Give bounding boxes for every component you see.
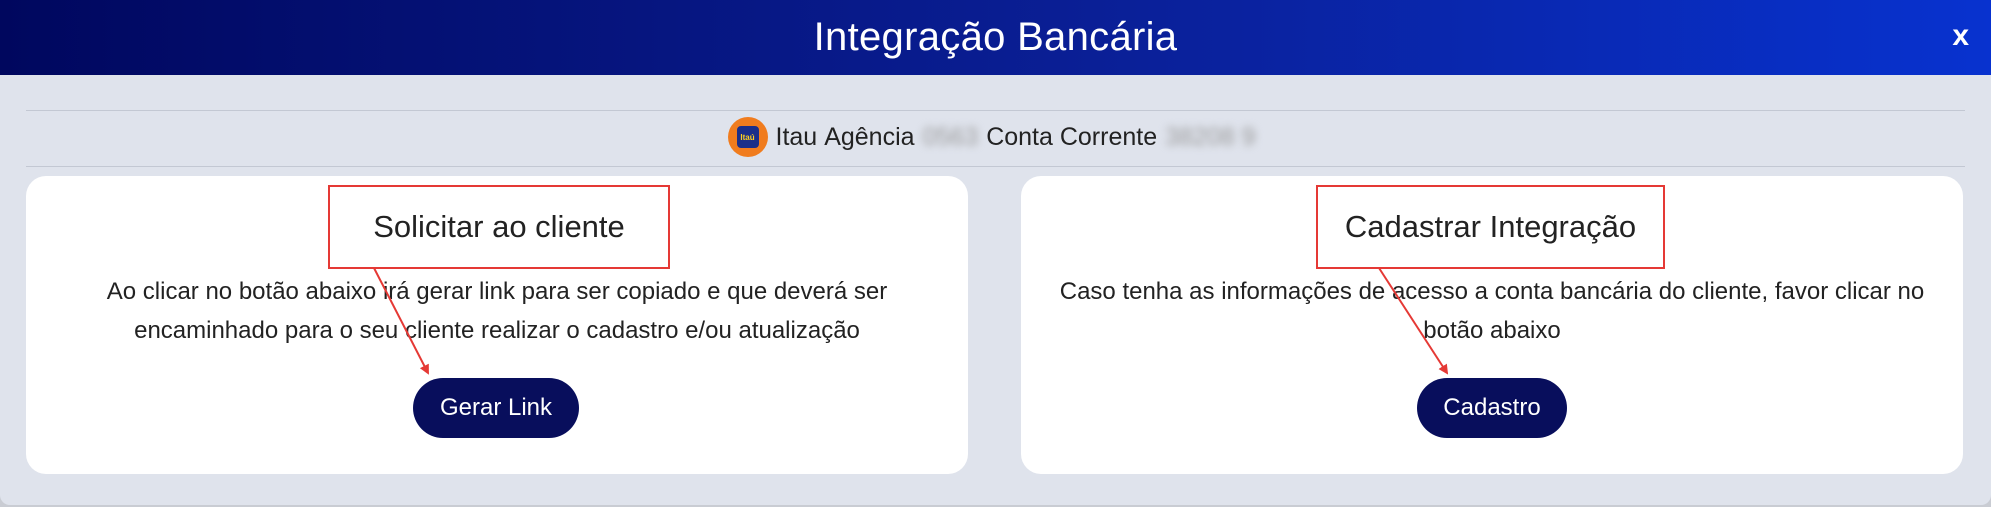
close-button[interactable]: x	[1952, 18, 1969, 54]
request-client-card: Solicitar ao cliente Ao clicar no botão …	[26, 176, 968, 474]
request-card-title: Solicitar ao cliente	[373, 209, 625, 244]
register-title-highlight: Cadastrar Integração	[1316, 185, 1665, 269]
register-button[interactable]: Cadastro	[1417, 378, 1567, 438]
register-card-description: Caso tenha as informações de acesso a co…	[1059, 278, 1925, 344]
modal-header: Integração Bancária x	[0, 0, 1991, 75]
bottom-divider	[26, 166, 1965, 167]
agency-label: Agência	[824, 122, 915, 151]
bank-name: Itau	[775, 122, 818, 151]
integration-modal: Integração Bancária x Itaú Itau Agência …	[0, 0, 1991, 505]
register-card-title: Cadastrar Integração	[1344, 209, 1637, 244]
request-title-highlight: Solicitar ao cliente	[328, 185, 670, 269]
itau-logo-icon: Itaú	[727, 117, 768, 157]
agency-value: 0563	[922, 122, 979, 151]
generate-link-button[interactable]: Gerar Link	[413, 378, 579, 438]
request-card-description: Ao clicar no botão abaixo irá gerar link…	[106, 278, 888, 344]
itau-logo-mark: Itaú	[736, 126, 759, 148]
modal-title: Integração Bancária	[813, 15, 1178, 59]
register-integration-card: Cadastrar Integração Caso tenha as infor…	[1021, 176, 1963, 474]
account-label: Conta Corrente	[986, 122, 1158, 151]
account-info: Itaú Itau Agência 0563 Conta Corrente 38…	[0, 112, 1991, 162]
account-value: 38208 9	[1165, 122, 1256, 151]
top-divider	[26, 110, 1965, 111]
